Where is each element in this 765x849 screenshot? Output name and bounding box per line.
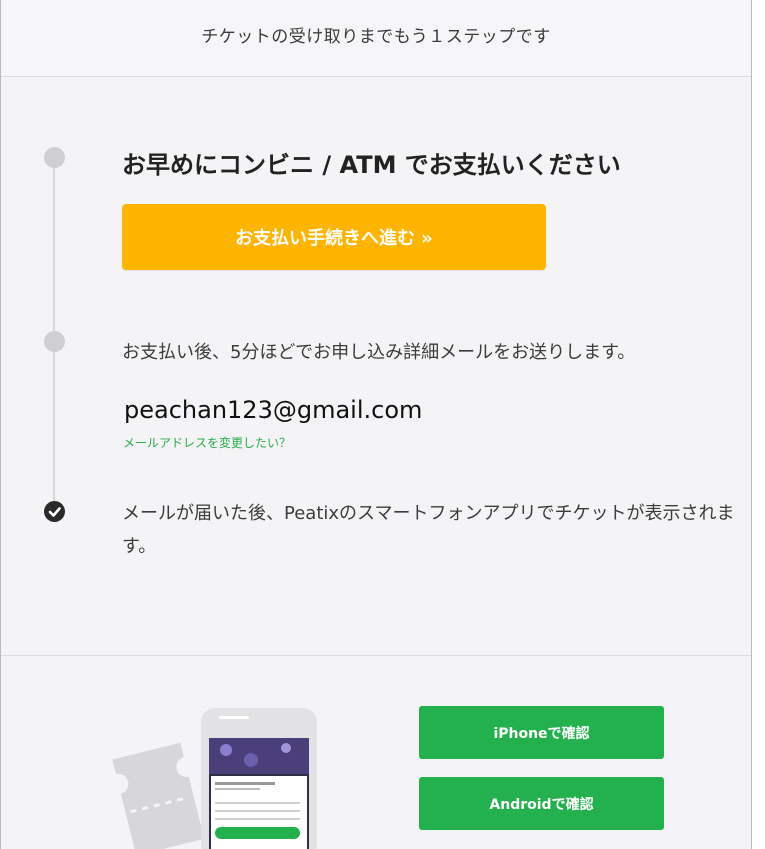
check-circle-icon <box>44 501 65 522</box>
step1-circle-icon <box>44 147 65 168</box>
email-address: peachan123@gmail.com <box>124 396 423 424</box>
step1-heading: お早めにコンビニ / ATM でお支払いください <box>122 145 621 180</box>
ticket-phone-illustration <box>112 708 317 849</box>
step1-heading-prefix: お早めにコンビニ / <box>122 151 340 179</box>
step3-text: メールが届いた後、Peatixのスマートフォンアプリでチケットが表示されます。 <box>122 503 735 557</box>
step1-heading-suffix: でお支払いください <box>396 151 621 179</box>
ticket-next-step-panel: チケットの受け取りまでもう１ステップです お早めにコンビニ / ATM でお支払… <box>0 0 752 849</box>
section-divider <box>1 655 751 656</box>
confirm-on-android-button[interactable]: Androidで確認 <box>419 777 664 830</box>
change-email-link[interactable]: メールアドレスを変更したい？ <box>123 434 291 451</box>
ticket-icon <box>112 742 205 849</box>
step1-heading-atm: ATM <box>339 151 397 179</box>
step2-circle-icon <box>44 331 65 352</box>
step2-text: お支払い後、5分ほどでお申し込み詳細メールをお送りします。 <box>122 342 636 363</box>
header-title: チケットの受け取りまでもう１ステップです <box>201 27 551 47</box>
proceed-to-payment-button[interactable]: お支払い手続きへ進む » <box>122 204 546 270</box>
header: チケットの受け取りまでもう１ステップです <box>1 0 751 77</box>
confirm-on-iphone-button[interactable]: iPhoneで確認 <box>419 706 664 759</box>
